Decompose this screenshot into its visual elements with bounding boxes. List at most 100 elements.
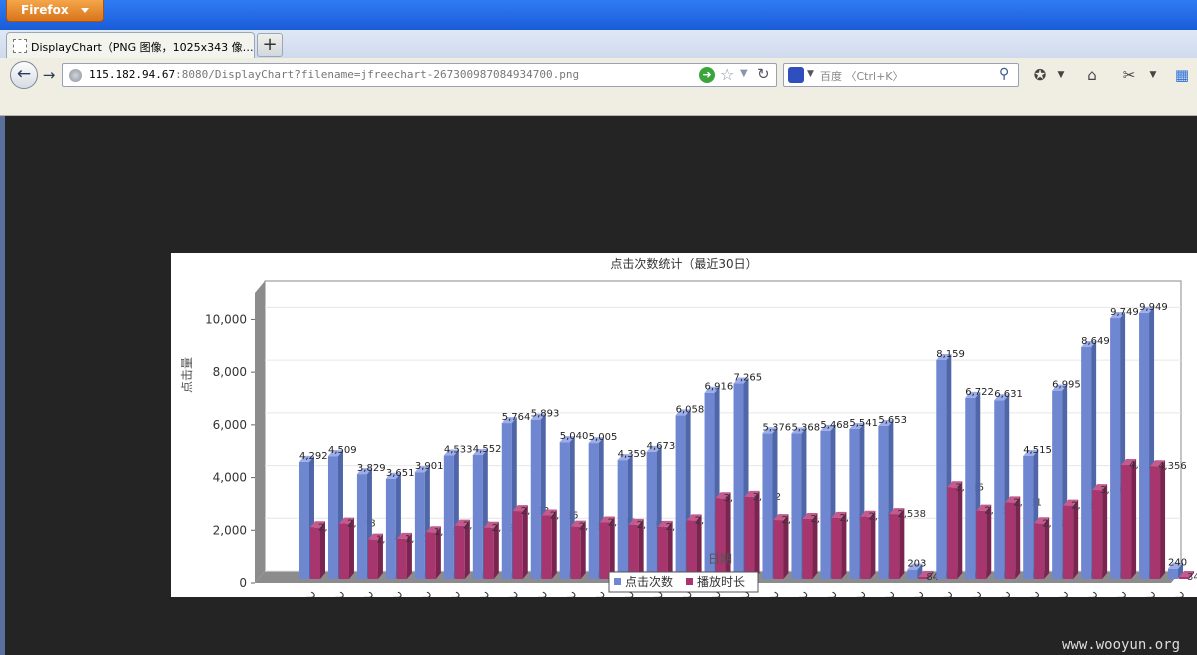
bar-duration <box>889 514 900 579</box>
history-dropdown-icon[interactable]: ▼ <box>740 68 748 79</box>
bar-value-label: 2,538 <box>897 509 926 520</box>
bar-duration <box>310 527 320 579</box>
bar-value-label: 6,631 <box>994 389 1023 400</box>
url-host: 115.182.94.67 <box>89 68 176 81</box>
site-identity-icon[interactable] <box>69 69 82 82</box>
bar-duration <box>1121 465 1132 579</box>
bar-value-label: 6,722 <box>965 387 994 398</box>
y-tick-label: 10,000 <box>205 312 247 326</box>
bar-duration <box>744 496 755 579</box>
bar-clicks <box>1023 456 1034 579</box>
bar-duration <box>425 532 436 579</box>
bar-value-label: 240 <box>1168 558 1187 569</box>
bar-clicks <box>762 433 773 579</box>
extensions-grid-icon[interactable]: ▦ <box>1172 65 1192 85</box>
bar-value-label: 5,541 <box>849 418 878 429</box>
plot-left-wall <box>255 281 265 583</box>
bar-value-label: 5,368 <box>791 423 820 434</box>
bar-clicks <box>501 423 512 579</box>
tab-displaychart[interactable]: DisplayChart（PNG 图像，1025x343 像… <box>6 32 255 59</box>
bar-clicks <box>1081 347 1092 579</box>
x-tick-label: 2012-11-19 <box>766 589 825 597</box>
x-tick-label: 2012-11-04 <box>332 589 391 597</box>
forward-button[interactable]: → <box>39 64 59 86</box>
bar-duration <box>512 511 523 579</box>
addon-badge-icon[interactable]: ✪ <box>1030 65 1050 85</box>
bar-clicks <box>414 472 425 579</box>
window-title-bar: Firefox <box>0 0 1197 30</box>
search-bar[interactable]: ▼ 百度 〈Ctrl+K〉 ⚲ <box>783 63 1019 87</box>
bar-duration <box>628 524 639 579</box>
bar-clicks <box>472 455 483 579</box>
firefox-menu-button[interactable]: Firefox <box>6 0 104 22</box>
bar-duration <box>1005 502 1016 579</box>
x-tick-label: 2012-11-30 <box>1085 589 1144 597</box>
bar-value-label: 4,673 <box>647 441 676 452</box>
bar-value-label: 4,515 <box>1023 445 1052 456</box>
go-arrow-icon[interactable]: ➜ <box>699 67 715 83</box>
magnifier-icon[interactable]: ⚲ <box>999 66 1009 82</box>
bar-value-label: 7,265 <box>734 373 763 384</box>
bar-clicks <box>849 428 860 579</box>
bar-clicks <box>1168 568 1179 579</box>
bar-side <box>1160 460 1166 579</box>
bar-duration <box>1034 523 1045 579</box>
address-bar[interactable]: 115.182.94.67:8080/DisplayChart?filename… <box>62 63 777 87</box>
bar-duration <box>483 527 494 579</box>
bar-duration <box>338 523 349 579</box>
bar-value-label: 3,651 <box>386 468 415 479</box>
tool-dropdown-icon[interactable]: ▼ <box>1146 65 1160 85</box>
x-tick-label: 2012-12-03 <box>1172 589 1197 597</box>
bar-clicks <box>791 433 802 579</box>
bar-duration <box>773 520 784 579</box>
tab-strip: DisplayChart（PNG 图像，1025x343 像… + <box>0 30 1197 59</box>
new-tab-button[interactable]: + <box>257 33 283 57</box>
bar-clicks <box>356 474 367 579</box>
bar-duration <box>686 520 697 579</box>
dropdown-arrow-icon <box>81 8 89 13</box>
x-tick-label: 2012-11-29 <box>1056 589 1115 597</box>
legend-label-duration: 播放时长 <box>697 574 745 589</box>
y-axis-label: 点击量 <box>180 357 194 393</box>
bar-duration <box>1150 466 1161 579</box>
bar-value-label: 9,749 <box>1110 307 1139 318</box>
page-favicon-icon <box>13 39 27 53</box>
screenshot-tool-icon[interactable]: ✂ <box>1118 65 1140 85</box>
bar-clicks <box>994 400 1005 579</box>
bar-value-label: 5,040 <box>560 431 589 442</box>
search-placeholder[interactable]: 百度 〈Ctrl+K〉 <box>820 68 904 84</box>
bar-clicks <box>907 569 918 579</box>
x-tick-label: 2012-11-25 <box>940 589 999 597</box>
bar-value-label: 5,468 <box>820 420 849 431</box>
bar-value-label: 5,653 <box>878 415 907 426</box>
addon-dropdown-icon[interactable]: ▼ <box>1054 65 1068 85</box>
bar-clicks <box>1139 312 1150 579</box>
bar-duration <box>1092 490 1103 579</box>
bar-duration <box>599 522 610 579</box>
x-tick-label: 2012-11-11 <box>535 589 594 597</box>
bar-side <box>1102 484 1108 579</box>
x-tick-label: 2012-11-06 <box>390 589 449 597</box>
y-tick-label: 0 <box>239 576 247 590</box>
back-button[interactable]: ← <box>10 61 38 89</box>
bar-value-label: 3,829 <box>357 463 386 474</box>
window-left-edge <box>0 116 5 655</box>
bar-value-label: 5,893 <box>531 409 560 420</box>
x-tick-label: 2012-11-22 <box>853 589 912 597</box>
bar-chart: 点击次数统计（最近30日） 0 2,000 4,000 6,000 8,000 10,00… <box>180 256 1197 597</box>
bar-value-label: 5,764 <box>502 412 531 423</box>
x-tick-label: 2012-12-01 <box>1114 589 1173 597</box>
bookmark-star-icon[interactable]: ☆ <box>720 65 734 84</box>
home-icon[interactable]: ⌂ <box>1082 65 1102 85</box>
bar-value-label: 4,552 <box>473 444 502 455</box>
firefox-menu-label: Firefox <box>21 3 69 17</box>
bar-duration <box>831 517 842 579</box>
x-tick-label: 2012-11-26 <box>969 589 1028 597</box>
engine-dropdown-icon[interactable]: ▼ <box>807 69 814 79</box>
baidu-engine-icon[interactable] <box>788 67 804 83</box>
reload-icon[interactable]: ↻ <box>757 65 770 83</box>
bar-value-label: 3,901 <box>415 461 444 472</box>
bar-clicks <box>443 455 454 579</box>
address-url[interactable]: 115.182.94.67:8080/DisplayChart?filename… <box>89 68 579 81</box>
x-tick-label: 2012-11-28 <box>1027 589 1086 597</box>
